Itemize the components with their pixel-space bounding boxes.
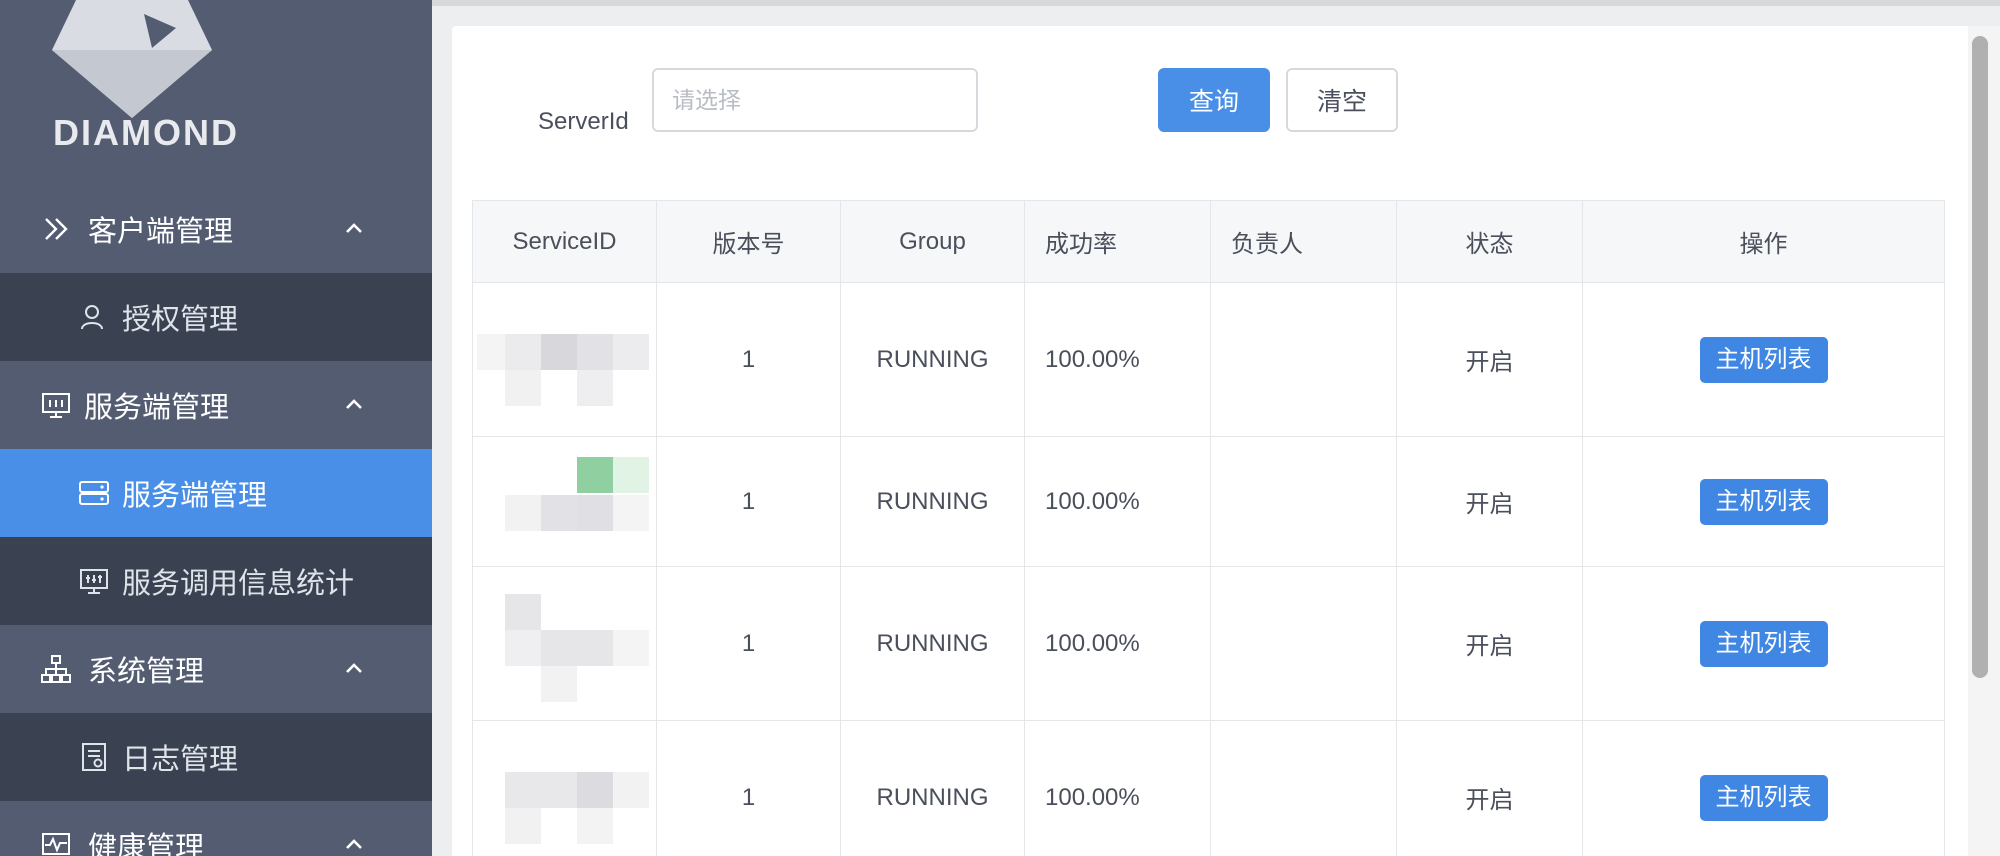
main-content: ServerId 查询 清空 ServiceID 版本号 Group 成功率 负…	[432, 0, 2000, 856]
sidebar-item-label: 服务端管理	[122, 480, 268, 512]
table-row: 1 RUNNING 100.00% 开启 主机列表	[472, 282, 1945, 437]
serverid-select[interactable]	[652, 68, 978, 132]
health-icon	[42, 833, 70, 855]
action-cell: 主机列表	[1582, 436, 1945, 567]
host-list-button[interactable]: 主机列表	[1699, 620, 1828, 667]
menu-group-client[interactable]: 客户端管理	[0, 185, 432, 273]
log-icon	[82, 743, 106, 771]
status-cell: 开启	[1396, 436, 1583, 567]
clear-button[interactable]: 清空	[1286, 68, 1398, 132]
menu-group-health[interactable]: 健康管理	[0, 801, 432, 856]
col-header-serviceid[interactable]: ServiceID	[472, 200, 657, 283]
user-auth-icon	[81, 305, 103, 330]
success-rate-cell: 100.00%	[1024, 282, 1211, 437]
success-rate-cell: 100.00%	[1024, 566, 1211, 721]
menu-group-label: 健康管理	[88, 832, 205, 856]
serviceid-cell	[472, 720, 657, 856]
menu-group-server[interactable]: 服务端管理	[0, 361, 432, 449]
success-rate-cell: 100.00%	[1024, 720, 1211, 856]
table-row: 1 RUNNING 100.00% 开启 主机列表	[472, 566, 1945, 721]
top-strip	[432, 0, 2000, 6]
sidebar: DIAMOND 客户端管理 授权管理 服务端管理 服务端管理 服务调用信息统计 …	[0, 0, 432, 856]
app-logo: DIAMOND	[0, 0, 432, 185]
owner-cell	[1210, 720, 1397, 856]
serviceid-cell	[472, 436, 657, 567]
sitemap-icon	[41, 655, 71, 683]
query-button[interactable]: 查询	[1158, 68, 1270, 132]
server-icon	[79, 481, 109, 505]
serviceid-cell	[472, 566, 657, 721]
sidebar-item-auth[interactable]: 授权管理	[0, 273, 432, 361]
menu-group-label: 服务端管理	[84, 392, 230, 424]
col-header-action[interactable]: 操作	[1582, 200, 1945, 283]
client-icon	[45, 218, 68, 240]
sidebar-item-label: 服务调用信息统计	[122, 568, 355, 600]
status-cell: 开启	[1396, 566, 1583, 721]
group-cell: RUNNING	[840, 436, 1025, 567]
version-cell: 1	[656, 282, 841, 437]
chevron-up-icon	[346, 663, 362, 673]
table-header-row: ServiceID 版本号 Group 成功率 负责人 状态 操作	[472, 200, 1945, 283]
sidebar-item-server-manage[interactable]: 服务端管理	[0, 449, 432, 537]
version-cell: 1	[656, 720, 841, 856]
sidebar-item-log[interactable]: 日志管理	[0, 713, 432, 801]
service-table: ServiceID 版本号 Group 成功率 负责人 状态 操作 1 RUNN…	[472, 200, 1945, 856]
status-cell: 开启	[1396, 720, 1583, 856]
owner-cell	[1210, 436, 1397, 567]
status-cell: 开启	[1396, 282, 1583, 437]
chevron-up-icon	[346, 223, 362, 233]
vertical-scrollbar-thumb[interactable]	[1972, 36, 1988, 678]
col-header-owner[interactable]: 负责人	[1210, 200, 1397, 283]
menu-group-label: 客户端管理	[88, 216, 234, 248]
owner-cell	[1210, 282, 1397, 437]
stats-icon	[80, 569, 108, 594]
redacted-serviceid	[473, 300, 669, 420]
table-row: 1 RUNNING 100.00% 开启 主机列表	[472, 436, 1945, 567]
host-list-button[interactable]: 主机列表	[1699, 336, 1828, 383]
serverid-label: ServerId	[538, 108, 629, 135]
redacted-serviceid	[473, 584, 669, 704]
serviceid-cell	[472, 282, 657, 437]
chevron-up-icon	[346, 399, 362, 409]
col-header-status[interactable]: 状态	[1396, 200, 1583, 283]
monitor-icon	[42, 393, 70, 418]
sidebar-item-label: 授权管理	[122, 304, 239, 336]
redacted-serviceid	[473, 738, 669, 856]
content-card: ServerId 查询 清空 ServiceID 版本号 Group 成功率 负…	[452, 26, 1972, 856]
col-header-group[interactable]: Group	[840, 200, 1025, 283]
table-row: 1 RUNNING 100.00% 开启 主机列表	[472, 720, 1945, 856]
version-cell: 1	[656, 436, 841, 567]
action-cell: 主机列表	[1582, 566, 1945, 721]
group-cell: RUNNING	[840, 566, 1025, 721]
sidebar-item-label: 日志管理	[122, 744, 239, 776]
group-cell: RUNNING	[840, 720, 1025, 856]
redacted-serviceid	[473, 447, 669, 557]
col-header-success-rate[interactable]: 成功率	[1024, 200, 1211, 283]
host-list-button[interactable]: 主机列表	[1699, 478, 1828, 525]
diamond-logo-icon	[52, 0, 212, 118]
owner-cell	[1210, 566, 1397, 721]
action-cell: 主机列表	[1582, 282, 1945, 437]
chevron-up-icon	[346, 839, 362, 849]
host-list-button[interactable]: 主机列表	[1699, 774, 1828, 821]
logo-text: DIAMOND	[53, 112, 239, 153]
menu-group-label: 系统管理	[88, 656, 205, 688]
menu-group-system[interactable]: 系统管理	[0, 625, 432, 713]
action-cell: 主机列表	[1582, 720, 1945, 856]
sidebar-item-service-stats[interactable]: 服务调用信息统计	[0, 537, 432, 625]
group-cell: RUNNING	[840, 282, 1025, 437]
success-rate-cell: 100.00%	[1024, 436, 1211, 567]
col-header-version[interactable]: 版本号	[656, 200, 841, 283]
version-cell: 1	[656, 566, 841, 721]
